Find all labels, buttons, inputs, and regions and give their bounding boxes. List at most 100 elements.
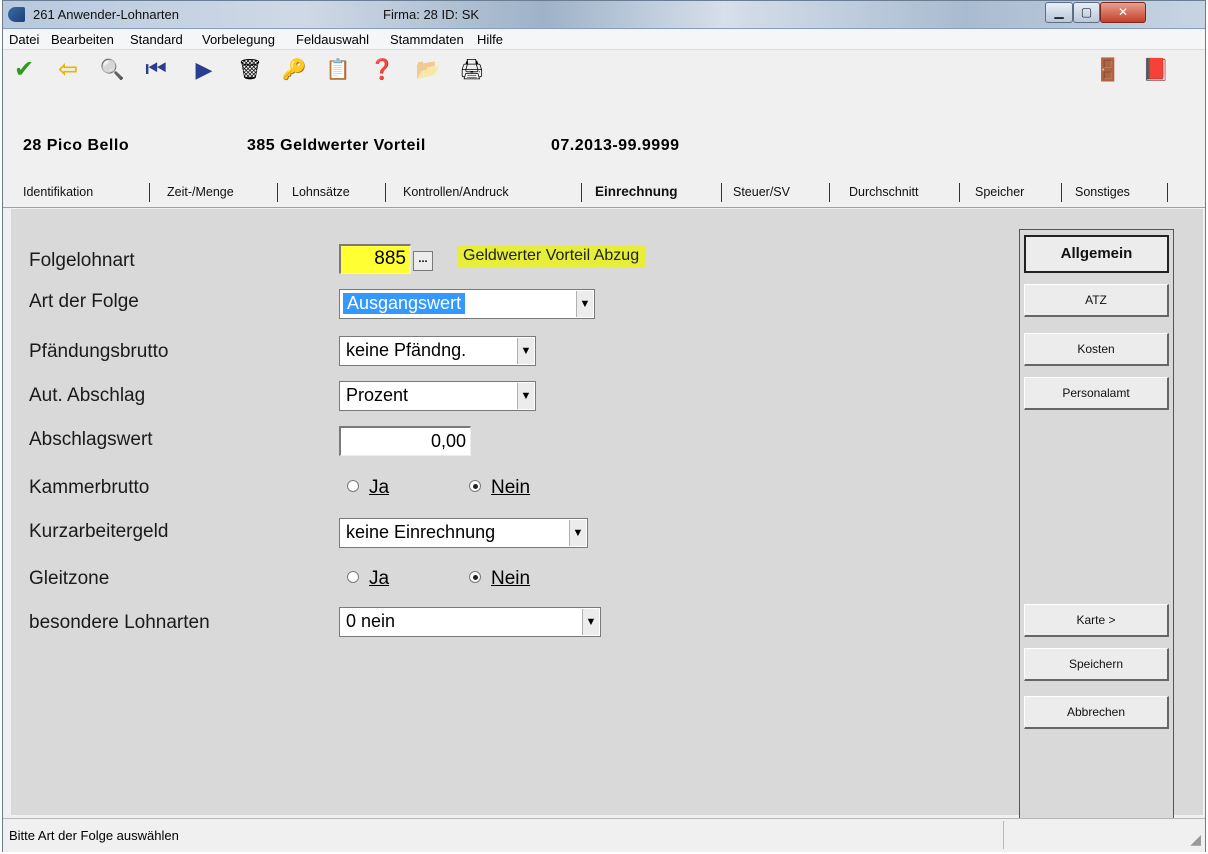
pfaendungsbrutto-value: keine Pfändng. (346, 340, 467, 360)
abschlagswert-field[interactable]: 0,00 (339, 426, 471, 456)
besondere-lohnarten-value: 0 nein (346, 611, 396, 631)
menu-vorbelegung[interactable]: Vorbelegung (202, 32, 275, 47)
pfaendungsbrutto-select[interactable]: keine Pfändng. ▼ (339, 336, 536, 366)
abschlagswert-value: 0,00 (430, 431, 466, 451)
tab-separator (1167, 183, 1168, 202)
kammerbrutto-ja-label: Ja (369, 477, 390, 498)
menu-feldauswahl[interactable]: Feldauswahl (296, 32, 369, 47)
kammerbrutto-nein-radio[interactable]: Nein (469, 477, 530, 499)
art-der-folge-label: Art der Folge (29, 291, 139, 312)
art-der-folge-select[interactable]: Ausgangswert ▼ (339, 289, 595, 319)
kurzarbeitergeld-label: Kurzarbeitergeld (29, 521, 169, 542)
gleitzone-ja-label: Ja (369, 568, 390, 589)
menu-stammdaten[interactable]: Stammdaten (390, 32, 464, 47)
tab-separator (1061, 183, 1062, 202)
tab-identifikation[interactable]: Identifikation (23, 178, 93, 206)
tab-separator (149, 183, 150, 202)
folder-icon[interactable]: 📂 (411, 54, 445, 86)
pfaendungsbrutto-label: Pfändungsbrutto (29, 341, 169, 362)
aut-abschlag-select[interactable]: Prozent ▼ (339, 381, 536, 411)
menu-hilfe[interactable]: Hilfe (477, 32, 503, 47)
binoculars-search-icon[interactable]: 🔍 (95, 54, 129, 86)
abbrechen-button[interactable]: Abbrechen (1024, 696, 1169, 729)
kurzarbeitergeld-value: keine Einrechnung (346, 522, 496, 542)
next-record-icon[interactable]: ▶ (187, 54, 221, 86)
tab-separator (385, 183, 386, 202)
recycle-bin-icon[interactable]: 🗑 (233, 54, 267, 86)
art-der-folge-value: Ausgangswert (343, 293, 466, 314)
status-cell (1003, 821, 1173, 849)
gleitzone-nein-label: Nein (491, 568, 531, 589)
tab-lohnsaetze[interactable]: Lohnsätze (292, 178, 350, 206)
side-button-column: Allgemein ATZ Kosten Personalamt Karte >… (1019, 229, 1174, 826)
chevron-down-icon[interactable]: ▼ (517, 383, 534, 409)
firma-id-label: Firma: 28 ID: SK (383, 7, 480, 22)
folgelohnart-browse-button[interactable]: ... (413, 251, 433, 271)
title-bar: 261 Anwender-Lohnarten Firma: 28 ID: SK … (3, 1, 1205, 29)
book-icon[interactable]: 📕 (1139, 54, 1173, 86)
menu-standard[interactable]: Standard (130, 32, 183, 47)
chevron-down-icon[interactable]: ▼ (576, 291, 593, 317)
allgemein-button[interactable]: Allgemein (1024, 235, 1169, 273)
help-window-icon[interactable]: ❓ (365, 54, 399, 86)
radio-circle-icon (347, 479, 359, 492)
maximize-button[interactable]: ▢ (1073, 2, 1100, 23)
tab-kontrollen-andruck[interactable]: Kontrollen/Andruck (403, 178, 509, 206)
toolbar: ✔ ⇦ 🔍 ⏮ ▶ 🗑 🔑 📋 ❓ 📂 🖨 🚪 📕 (3, 51, 1205, 91)
chevron-down-icon[interactable]: ▼ (569, 520, 586, 546)
tab-separator (959, 183, 960, 202)
menu-datei[interactable]: Datei (9, 32, 39, 47)
export-icon[interactable]: 📋 (321, 54, 355, 86)
window-title: 261 Anwender-Lohnarten (33, 7, 180, 22)
ok-icon[interactable]: ✔ (7, 54, 41, 86)
tab-steuer-sv[interactable]: Steuer/SV (733, 178, 790, 206)
status-text: Bitte Art der Folge auswählen (9, 828, 179, 843)
exit-door-icon[interactable]: 🚪 (1091, 54, 1125, 86)
tab-durchschnitt[interactable]: Durchschnitt (849, 178, 918, 206)
personalamt-button[interactable]: Personalamt (1024, 377, 1169, 410)
radio-checked-icon (469, 570, 481, 583)
folgelohnart-description: Geldwerter Vorteil Abzug (457, 246, 646, 267)
minimize-button[interactable]: ▁ (1045, 2, 1073, 23)
status-bar: Bitte Art der Folge auswählen ◢ (3, 818, 1205, 852)
karte-button[interactable]: Karte > (1024, 604, 1169, 637)
gleitzone-label: Gleitzone (29, 568, 110, 589)
besondere-lohnarten-select[interactable]: 0 nein ▼ (339, 607, 601, 637)
folgelohnart-field[interactable]: 885 (339, 244, 411, 274)
tab-separator (277, 183, 278, 202)
folgelohnart-value: 885 (374, 248, 406, 269)
close-button[interactable]: ✕ (1100, 2, 1146, 23)
wage-type-label: 385 Geldwerter Vorteil (247, 137, 426, 154)
printer-icon[interactable]: 🖨 (455, 54, 489, 86)
gleitzone-nein-radio[interactable]: Nein (469, 568, 530, 590)
chevron-down-icon[interactable]: ▼ (582, 609, 599, 635)
company-label: 28 Pico Bello (23, 137, 130, 154)
tab-separator (721, 183, 722, 202)
chevron-down-icon[interactable]: ▼ (517, 338, 534, 364)
tab-sonstiges[interactable]: Sonstiges (1075, 178, 1130, 206)
gleitzone-ja-radio[interactable]: Ja (347, 568, 389, 590)
atz-button[interactable]: ATZ (1024, 284, 1169, 317)
kammerbrutto-label: Kammerbrutto (29, 477, 150, 498)
menu-bearbeiten[interactable]: Bearbeiten (51, 32, 114, 47)
first-record-icon[interactable]: ⏮ (139, 54, 173, 86)
tab-zeit-menge[interactable]: Zeit-/Menge (167, 178, 234, 206)
resize-grip-icon[interactable]: ◢ (1190, 831, 1201, 848)
menu-bar: Datei Bearbeiten Standard Vorbelegung Fe… (3, 30, 1205, 50)
key-icon[interactable]: 🔑 (277, 54, 311, 86)
tab-bar: Identifikation Zeit-/Menge Lohnsätze Kon… (11, 178, 1197, 208)
app-icon (8, 7, 25, 22)
radio-circle-icon (347, 570, 359, 583)
tab-divider (3, 207, 1205, 208)
back-arrow-icon[interactable]: ⇦ (51, 54, 85, 86)
tab-einrechnung[interactable]: Einrechnung (595, 178, 678, 206)
kammerbrutto-nein-label: Nein (491, 477, 531, 498)
kurzarbeitergeld-select[interactable]: keine Einrechnung ▼ (339, 518, 588, 548)
tab-speicher[interactable]: Speicher (975, 178, 1024, 206)
tab-separator (829, 183, 830, 202)
speichern-button[interactable]: Speichern (1024, 648, 1169, 681)
application-window: 261 Anwender-Lohnarten Firma: 28 ID: SK … (2, 0, 1206, 852)
besondere-lohnarten-label: besondere Lohnarten (29, 612, 210, 633)
kosten-button[interactable]: Kosten (1024, 333, 1169, 366)
kammerbrutto-ja-radio[interactable]: Ja (347, 477, 389, 499)
